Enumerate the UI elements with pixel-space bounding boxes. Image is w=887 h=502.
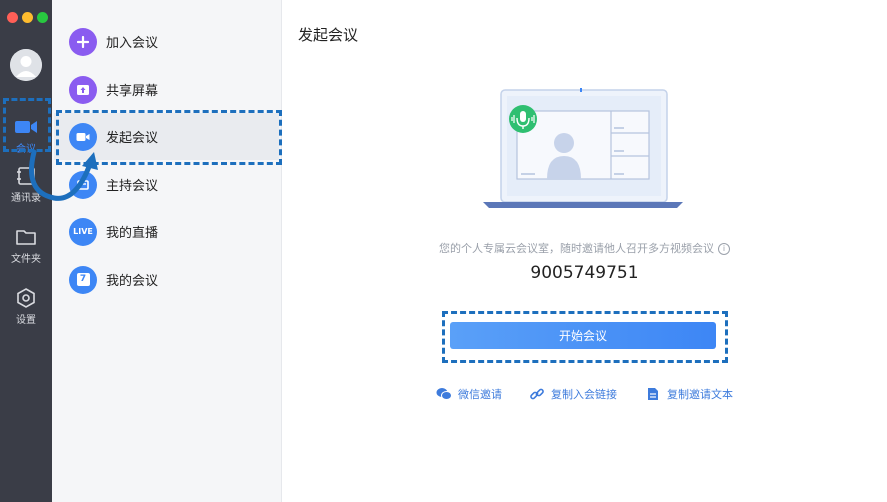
rail-item-label: 设置 (16, 315, 36, 326)
menu-item-label: 主持会议 (106, 179, 159, 194)
share-label: 复制入会链接 (551, 388, 617, 401)
hint-text-row: 您的个人专属云会议室，随时邀请他人召开多方视频会议 i (282, 240, 887, 256)
menu-item-my-meetings[interactable]: 7 我的会议 (54, 256, 279, 303)
rail-item-label: 文件夹 (11, 254, 41, 265)
menu-item-label: 加入会议 (106, 36, 159, 51)
highlight-start-button (442, 311, 728, 363)
plus-icon (69, 27, 97, 56)
live-icon-text: LIVE (73, 227, 93, 236)
rail-item-settings[interactable]: 设置 (0, 282, 52, 332)
window-controls (7, 12, 48, 23)
meeting-illustration (483, 88, 683, 208)
menu-item-label: 我的会议 (106, 274, 159, 289)
calendar-icon-text: 7 (76, 273, 90, 286)
user-icon (10, 49, 42, 81)
live-icon: LIVE (69, 217, 97, 246)
tutorial-arrow-icon (29, 149, 98, 201)
wechat-icon (436, 386, 452, 402)
share-label: 微信邀请 (458, 388, 502, 401)
menu-item-join-meeting[interactable]: 加入会议 (54, 18, 279, 65)
share-label: 复制邀请文本 (667, 388, 733, 401)
close-window-button[interactable] (7, 12, 18, 23)
maximize-window-button[interactable] (37, 12, 48, 23)
left-rail: 会议 通讯录 文件夹 设置 (0, 0, 52, 502)
menu-item-share-screen[interactable]: 共享屏幕 (54, 66, 279, 113)
wechat-invite-button[interactable]: 微信邀请 (436, 386, 502, 402)
minimize-window-button[interactable] (22, 12, 33, 23)
meeting-id: 9005749751 (530, 263, 639, 283)
menu-item-my-live[interactable]: LIVE 我的直播 (54, 208, 279, 255)
page-title: 发起会议 (298, 26, 359, 44)
share-options: 微信邀请 复制入会链接 复制邀请文本 (282, 386, 887, 404)
hint-text: 您的个人专属云会议室，随时邀请他人召开多方视频会议 (439, 242, 714, 255)
copy-link-button[interactable]: 复制入会链接 (529, 386, 617, 402)
settings-hexagon-icon (14, 288, 38, 308)
screen-share-icon (69, 75, 97, 104)
info-icon[interactable]: i (718, 243, 730, 255)
avatar[interactable] (10, 49, 42, 81)
link-icon (529, 386, 545, 402)
menu-item-label: 我的直播 (106, 226, 159, 241)
rail-item-folder[interactable]: 文件夹 (0, 221, 52, 271)
copy-invite-text-button[interactable]: 复制邀请文本 (645, 386, 733, 402)
document-icon (645, 386, 661, 402)
highlight-rail-meeting (3, 98, 51, 152)
meeting-menu-panel: 加入会议 共享屏幕 发起会议 主持会议 LIVE 我的直播 7 我的会议 (52, 0, 282, 502)
calendar-icon: 7 (69, 265, 97, 294)
main-content: 发起会议 您的个人专属云会议室，随时邀请他人召开多方视频会议 i 90057497… (282, 0, 887, 502)
folder-icon (14, 227, 38, 247)
menu-item-label: 共享屏幕 (106, 84, 159, 99)
